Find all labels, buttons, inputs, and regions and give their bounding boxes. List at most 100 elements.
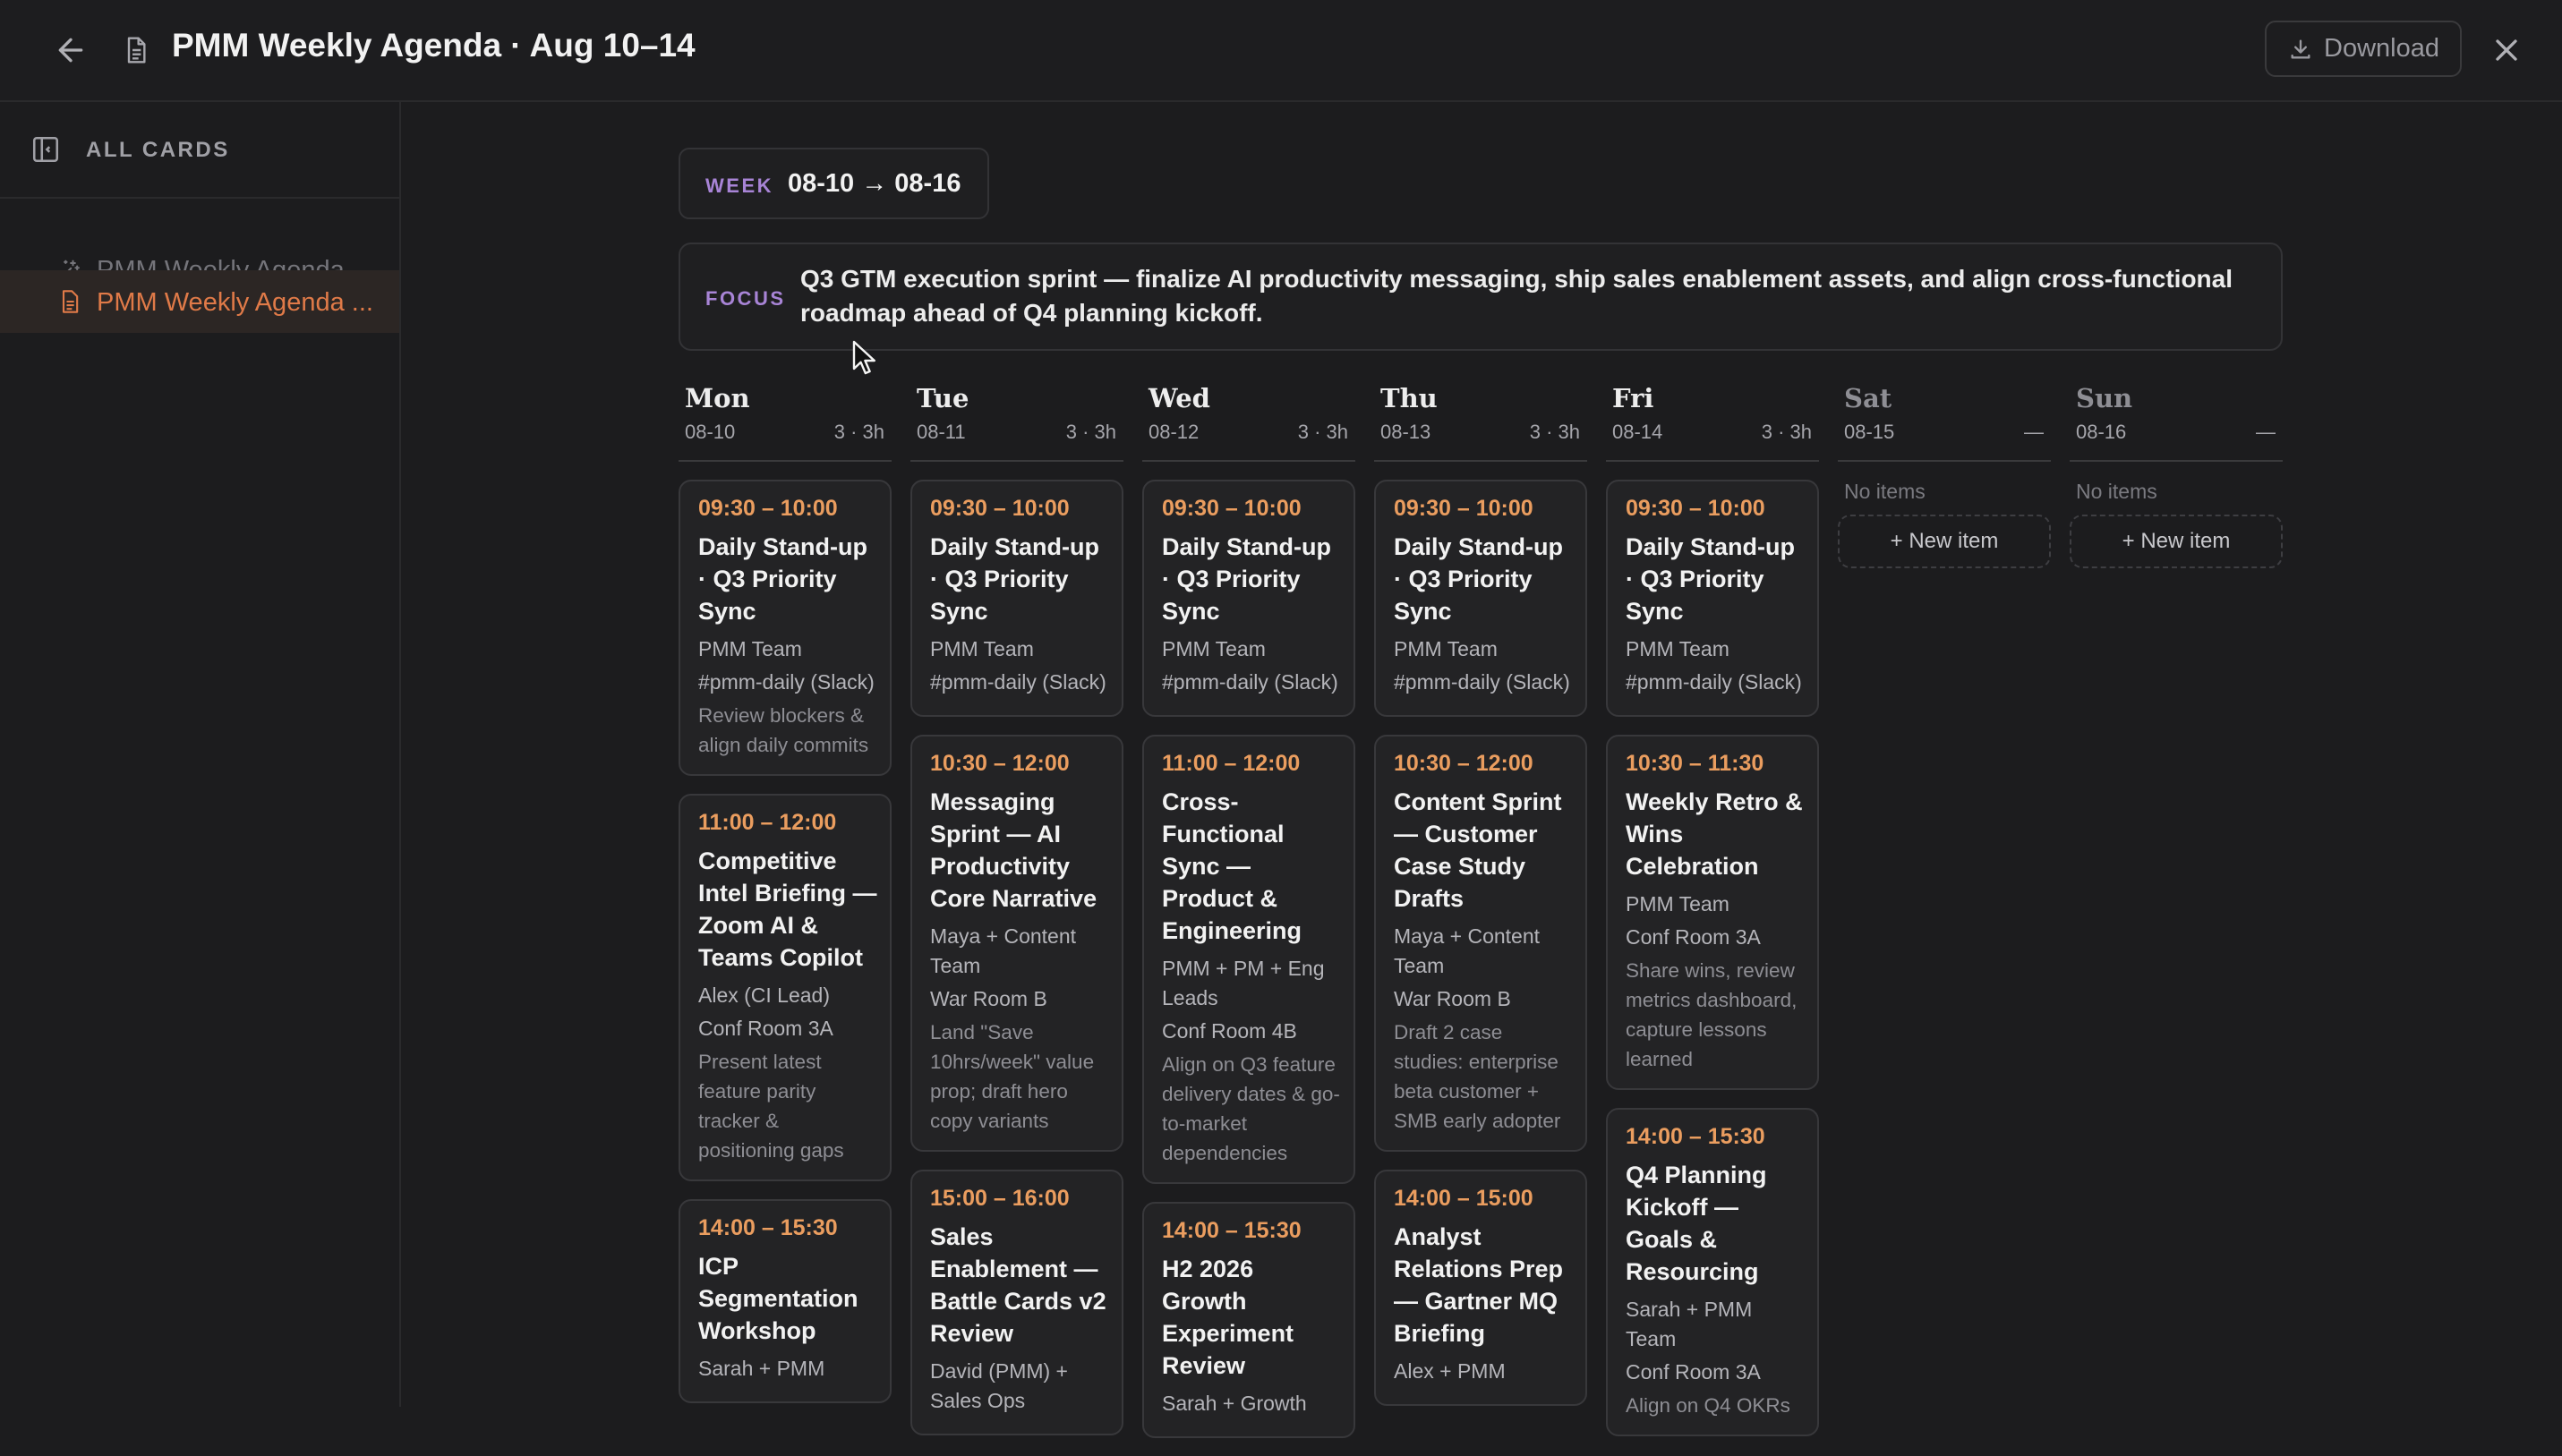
day-date: 08-15	[1844, 421, 1895, 443]
sidebar-item-agenda-2[interactable]: PMM Weekly Agenda ...	[0, 270, 399, 333]
day-column-wed: Wed 08-12 3 · 3h 09:30 – 10:00 Daily Sta…	[1142, 383, 1355, 1456]
card-note: Share wins, review metrics dashboard, ca…	[1626, 959, 1798, 1070]
agenda-card[interactable]: 14:00 – 15:30 H2 2026 Growth Experiment …	[1142, 1202, 1355, 1438]
card-attendees: Sarah + PMM Team	[1626, 1298, 1753, 1350]
agenda-card[interactable]: 10:30 – 12:00 Content Sprint — Customer …	[1374, 735, 1587, 1152]
card-note: Present latest feature parity tracker & …	[698, 1051, 844, 1162]
card-title: Sales Enablement — Battle Cards v2 Revie…	[930, 1223, 1106, 1347]
sidebar-item-label: PMM Weekly Agenda ...	[97, 288, 373, 317]
card-time: 10:30 – 12:00	[1394, 751, 1533, 776]
card-location: #pmm-daily (Slack)	[1626, 670, 1802, 694]
card-note: Review blockers & align daily commits	[698, 704, 869, 756]
day-header: Mon 08-10 3 · 3h	[679, 383, 892, 462]
agenda-card[interactable]: 09:30 – 10:00 Daily Stand-up · Q3 Priori…	[679, 480, 892, 776]
agenda-card[interactable]: 14:00 – 15:30 ICP Segmentation Workshop …	[679, 1199, 892, 1403]
day-name: Thu	[1380, 383, 1438, 413]
agenda-card[interactable]: 14:00 – 15:00 Analyst Relations Prep — G…	[1374, 1170, 1587, 1406]
document-icon	[57, 288, 82, 315]
card-title: Weekly Retro & Wins Celebration	[1626, 788, 1803, 880]
card-attendees: Maya + Content Team	[930, 924, 1077, 977]
day-date: 08-12	[1149, 421, 1200, 443]
agenda-card[interactable]: 10:30 – 11:30 Weekly Retro & Wins Celebr…	[1606, 735, 1819, 1090]
card-title: Analyst Relations Prep — Gartner MQ Brie…	[1394, 1223, 1564, 1347]
card-time: 09:30 – 10:00	[1626, 496, 1765, 521]
card-attendees: David (PMM) + Sales Ops	[930, 1359, 1068, 1412]
sidebar-heading: ALL CARDS	[86, 138, 230, 162]
agenda-card[interactable]: 10:30 – 12:00 Messaging Sprint — AI Prod…	[910, 735, 1123, 1152]
card-time: 11:00 – 12:00	[698, 810, 837, 835]
card-location: #pmm-daily (Slack)	[698, 670, 875, 694]
card-attendees: Sarah + Growth	[1162, 1392, 1307, 1415]
card-title: Content Sprint — Customer Case Study Dra…	[1394, 788, 1562, 912]
day-name: Wed	[1149, 383, 1210, 413]
card-attendees: PMM Team	[1162, 637, 1266, 660]
agenda-card[interactable]: 14:00 – 15:30 Q4 Planning Kickoff — Goal…	[1606, 1108, 1819, 1436]
day-column-tue: Tue 08-11 3 · 3h 09:30 – 10:00 Daily Sta…	[910, 383, 1123, 1453]
focus-box: FOCUS Q3 GTM execution sprint — finalize…	[679, 243, 2283, 351]
card-location: Conf Room 3A	[1626, 925, 1761, 949]
day-date: 08-14	[1612, 421, 1663, 443]
card-title: Daily Stand-up · Q3 Priority Sync	[1394, 533, 1564, 625]
day-column-fri: Fri 08-14 3 · 3h 09:30 – 10:00 Daily Sta…	[1606, 383, 1819, 1454]
card-note: Align on Q3 feature delivery dates & go-…	[1162, 1053, 1340, 1164]
sidebar-toggle-icon[interactable]	[30, 134, 61, 165]
back-button[interactable]	[52, 32, 90, 68]
card-title: Q4 Planning Kickoff — Goals & Resourcing	[1626, 1162, 1767, 1285]
agenda-card[interactable]: 11:00 – 12:00 Cross-Functional Sync — Pr…	[1142, 735, 1355, 1184]
day-header: Sun 08-16 —	[2070, 383, 2283, 462]
card-location: #pmm-daily (Slack)	[930, 670, 1106, 694]
arrow-left-icon	[58, 38, 83, 63]
card-title: Daily Stand-up · Q3 Priority Sync	[930, 533, 1100, 625]
card-note: Align on Q4 OKRs	[1626, 1394, 1790, 1417]
day-date: 08-16	[2076, 421, 2127, 443]
new-item-button[interactable]: + New item	[1838, 515, 2051, 568]
download-label: Download	[2324, 34, 2439, 63]
day-header: Fri 08-14 3 · 3h	[1606, 383, 1819, 462]
card-location: Conf Room 3A	[698, 1017, 833, 1040]
agenda-card[interactable]: 15:00 – 16:00 Sales Enablement — Battle …	[910, 1170, 1123, 1435]
card-title: Daily Stand-up · Q3 Priority Sync	[1626, 533, 1796, 625]
day-summary: 3 · 3h	[833, 421, 884, 443]
new-item-button[interactable]: + New item	[2070, 515, 2283, 568]
day-date: 08-11	[917, 421, 966, 443]
document-icon	[122, 34, 150, 66]
week-range: 08-10 → 08-16	[788, 169, 961, 198]
agenda-card[interactable]: 09:30 – 10:00 Daily Stand-up · Q3 Priori…	[1606, 480, 1819, 717]
agenda-card[interactable]: 09:30 – 10:00 Daily Stand-up · Q3 Priori…	[1142, 480, 1355, 717]
day-summary: 3 · 3h	[1065, 421, 1116, 443]
mouse-cursor-icon	[852, 340, 875, 376]
agenda-card[interactable]: 11:00 – 12:00 Competitive Intel Briefing…	[679, 794, 892, 1181]
day-column-sat: Sat 08-15 — No items + New item	[1838, 383, 2051, 568]
agenda-card[interactable]: 09:30 – 10:00 Daily Stand-up · Q3 Priori…	[910, 480, 1123, 717]
card-attendees: Alex + PMM	[1394, 1359, 1506, 1383]
day-header: Sat 08-15 —	[1838, 383, 2051, 462]
sidebar-header: ALL CARDS	[0, 102, 399, 199]
focus-text: Q3 GTM execution sprint — finalize AI pr…	[800, 265, 2233, 327]
day-header: Tue 08-11 3 · 3h	[910, 383, 1123, 462]
card-attendees: Sarah + PMM	[698, 1357, 825, 1380]
card-title: Daily Stand-up · Q3 Priority Sync	[1162, 533, 1332, 625]
day-summary: —	[2256, 421, 2276, 443]
focus-key: FOCUS	[705, 287, 786, 310]
download-button[interactable]: Download	[2265, 21, 2462, 77]
card-location: Conf Room 3A	[1626, 1360, 1761, 1384]
card-time: 11:00 – 12:00	[1162, 751, 1301, 776]
card-location: War Room B	[1394, 987, 1511, 1010]
card-attendees: PMM + PM + Eng Leads	[1162, 957, 1325, 1009]
sidebar: ALL CARDS PMM Weekly Agenda ... PMM Week…	[0, 102, 401, 1407]
day-date: 08-10	[685, 421, 736, 443]
close-button[interactable]	[2487, 32, 2526, 68]
agenda-card[interactable]: 09:30 – 10:00 Daily Stand-up · Q3 Priori…	[1374, 480, 1587, 717]
top-bar: PMM Weekly Agenda · Aug 10–14 Download	[0, 0, 2562, 102]
card-time: 10:30 – 12:00	[930, 751, 1070, 776]
card-title: Daily Stand-up · Q3 Priority Sync	[698, 533, 868, 625]
card-time: 14:00 – 15:30	[698, 1215, 838, 1240]
day-name: Sat	[1844, 383, 1892, 413]
download-icon	[2291, 39, 2310, 58]
card-location: #pmm-daily (Slack)	[1394, 670, 1570, 694]
card-time: 14:00 – 15:00	[1394, 1186, 1533, 1211]
day-name: Sun	[2076, 383, 2133, 413]
day-name: Mon	[685, 383, 750, 413]
card-time: 09:30 – 10:00	[1162, 496, 1302, 521]
card-location: Conf Room 4B	[1162, 1019, 1297, 1043]
